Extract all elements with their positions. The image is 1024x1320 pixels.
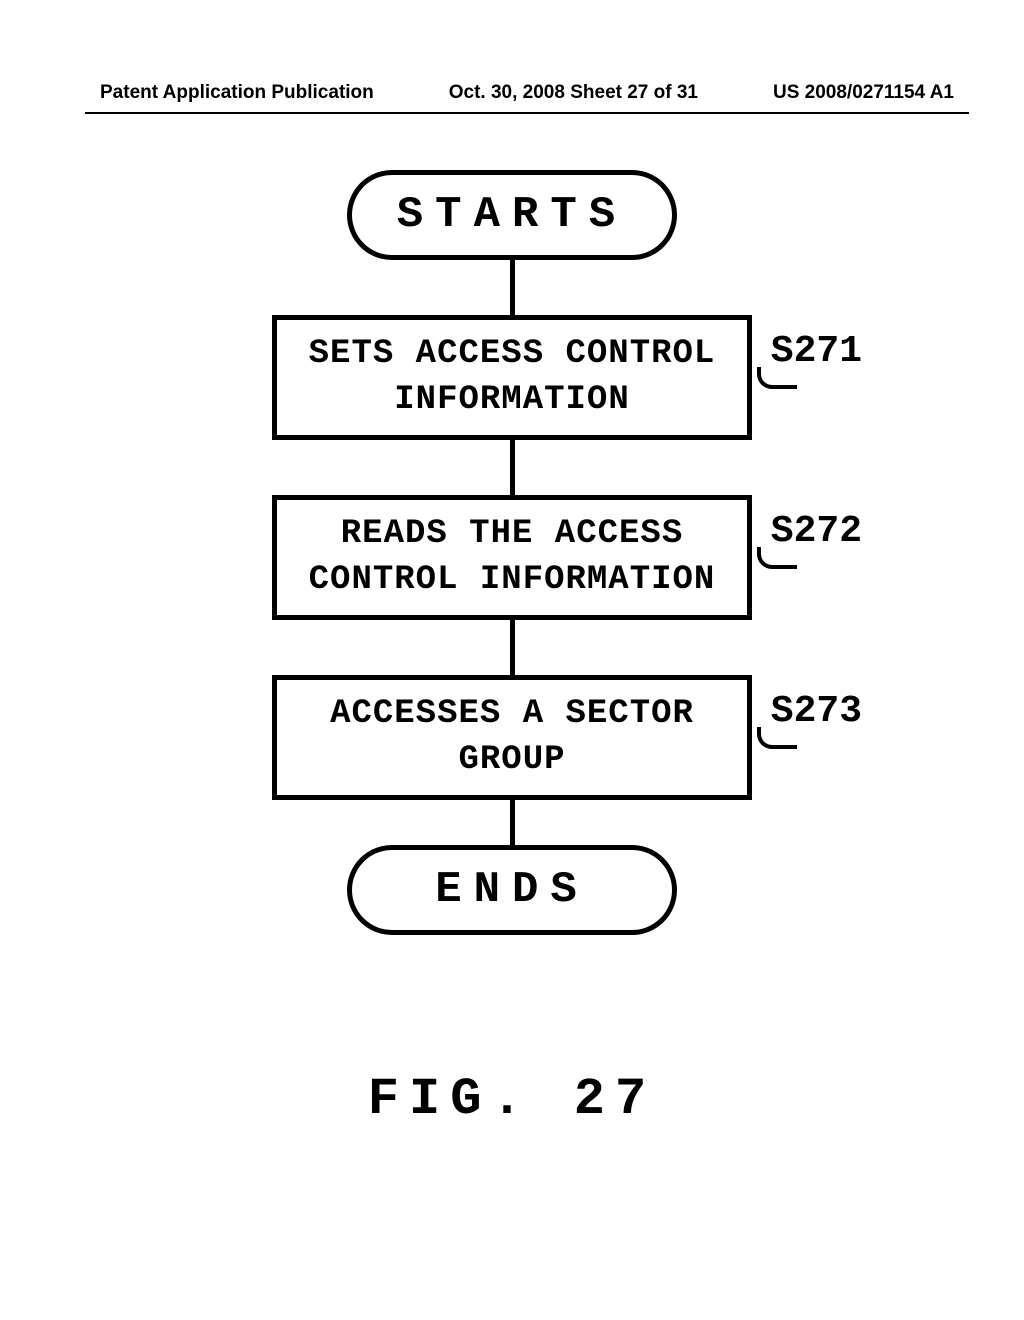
end-label: ENDS bbox=[435, 865, 589, 915]
process-step-3: ACCESSES A SECTOR GROUP bbox=[272, 675, 752, 800]
header-right: US 2008/0271154 A1 bbox=[773, 82, 954, 104]
start-label: STARTS bbox=[397, 190, 627, 240]
label-connector bbox=[757, 367, 797, 389]
flowchart: STARTS SETS ACCESS CONTROL INFORMATION S… bbox=[0, 170, 1024, 935]
process-text: READS THE ACCESS CONTROL INFORMATION bbox=[277, 512, 747, 604]
step-wrapper: READS THE ACCESS CONTROL INFORMATION S27… bbox=[272, 495, 752, 620]
connector bbox=[510, 440, 515, 495]
figure-caption: FIG. 27 bbox=[0, 1070, 1024, 1129]
process-text: ACCESSES A SECTOR GROUP bbox=[277, 692, 747, 784]
process-step-2: READS THE ACCESS CONTROL INFORMATION bbox=[272, 495, 752, 620]
header-left: Patent Application Publication bbox=[100, 82, 374, 104]
label-connector bbox=[757, 727, 797, 749]
connector bbox=[510, 260, 515, 315]
process-text: SETS ACCESS CONTROL INFORMATION bbox=[277, 332, 747, 424]
connector bbox=[510, 620, 515, 675]
start-terminal: STARTS bbox=[347, 170, 677, 260]
process-step-1: SETS ACCESS CONTROL INFORMATION bbox=[272, 315, 752, 440]
header-center: Oct. 30, 2008 Sheet 27 of 31 bbox=[449, 82, 698, 104]
step-wrapper: ACCESSES A SECTOR GROUP S273 bbox=[272, 675, 752, 800]
header-divider bbox=[85, 112, 969, 114]
patent-header: Patent Application Publication Oct. 30, … bbox=[100, 82, 954, 104]
label-connector bbox=[757, 547, 797, 569]
connector bbox=[510, 800, 515, 845]
end-terminal: ENDS bbox=[347, 845, 677, 935]
step-wrapper: SETS ACCESS CONTROL INFORMATION S271 bbox=[272, 315, 752, 440]
